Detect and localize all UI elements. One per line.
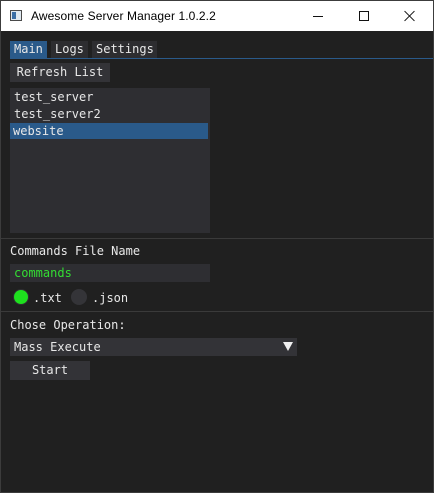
server-list-item[interactable]: test_server (10, 89, 208, 105)
minimize-button[interactable] (295, 1, 341, 31)
minimize-icon (313, 15, 323, 17)
tab-main[interactable]: Main (10, 41, 47, 58)
close-button[interactable] (387, 1, 433, 31)
server-list-item[interactable]: test_server2 (10, 106, 208, 122)
json-radio-label[interactable]: .json (92, 291, 128, 305)
radio-checked-icon (14, 290, 28, 304)
start-button[interactable]: Start (10, 361, 90, 380)
commands-file-name-label: Commands File Name (10, 244, 141, 258)
divider (1, 238, 434, 239)
dropdown-arrow-icon[interactable] (283, 342, 293, 351)
operation-label: Chose Operation: (10, 318, 126, 332)
refresh-list-button[interactable]: Refresh List (10, 63, 110, 82)
close-icon (404, 10, 416, 22)
server-list[interactable]: test_server test_server2 website (10, 88, 210, 233)
maximize-button[interactable] (341, 1, 387, 31)
tab-bar-underline (10, 58, 433, 59)
txt-radio-label[interactable]: .txt (33, 291, 62, 305)
title-bar[interactable]: Awesome Server Manager 1.0.2.2 (1, 1, 433, 31)
server-list-item-selected[interactable]: website (10, 123, 208, 139)
tab-settings[interactable]: Settings (92, 41, 157, 58)
operation-select-value: Mass Execute (14, 340, 101, 354)
json-radio-button[interactable] (71, 289, 87, 305)
operation-select[interactable]: Mass Execute (10, 338, 297, 356)
app-window-icon (10, 10, 22, 21)
commands-file-name-input[interactable]: commands (10, 264, 210, 282)
window-title: Awesome Server Manager 1.0.2.2 (31, 9, 216, 23)
app-window: Awesome Server Manager 1.0.2.2 Main Logs… (0, 0, 434, 493)
txt-radio-button[interactable] (13, 289, 29, 305)
tab-logs[interactable]: Logs (51, 41, 88, 58)
divider (1, 311, 434, 312)
maximize-icon (359, 11, 369, 21)
